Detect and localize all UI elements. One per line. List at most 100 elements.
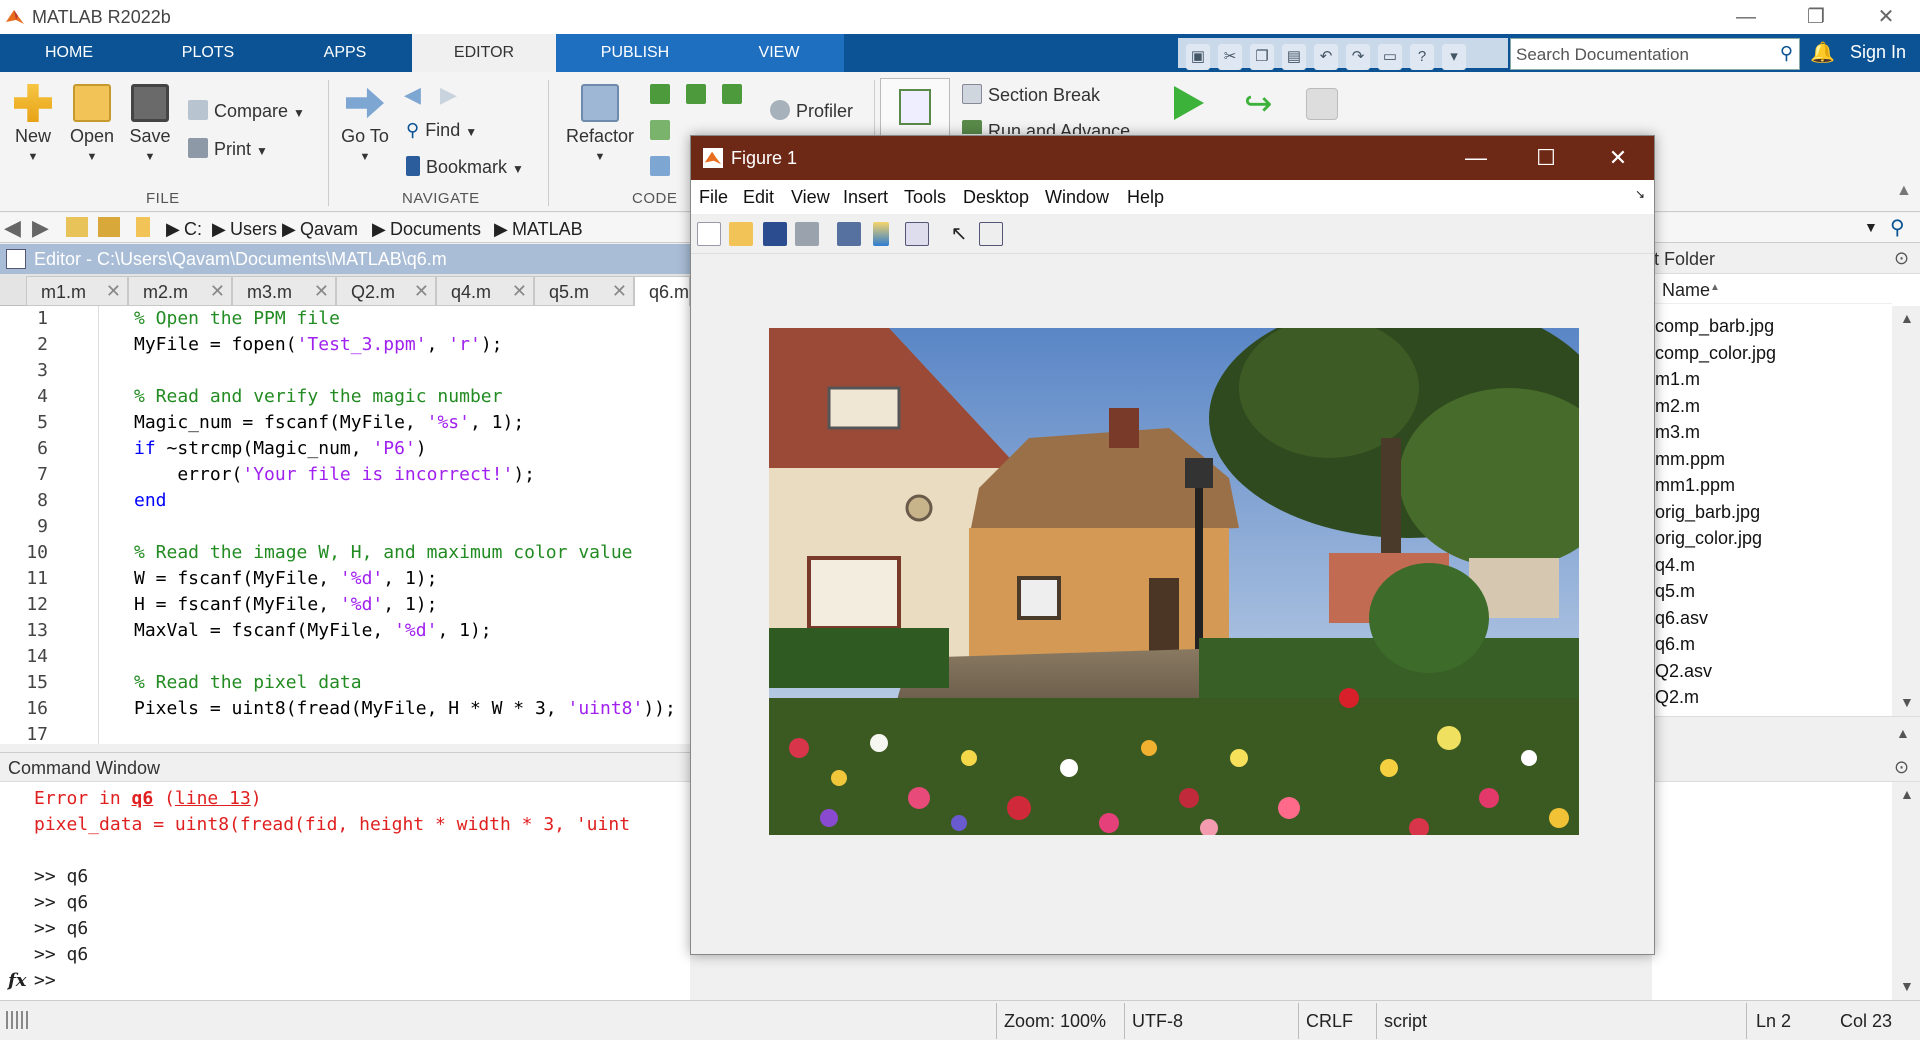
file-list-item[interactable]: q6.m: [1655, 634, 1695, 655]
scroll-down-icon[interactable]: ▼: [1900, 694, 1914, 710]
help-icon[interactable]: ?: [1410, 44, 1434, 70]
save-button[interactable]: Save ▼: [126, 84, 174, 163]
code-line[interactable]: % Open the PPM file: [134, 308, 340, 329]
menu-view[interactable]: View: [791, 187, 830, 208]
menu-help[interactable]: Help: [1127, 187, 1164, 208]
minimize-icon[interactable]: —: [1441, 136, 1511, 180]
up-folder-icon[interactable]: [66, 217, 88, 237]
section-break-button[interactable]: Section Break: [962, 84, 1100, 106]
code-line[interactable]: H = fscanf(MyFile, '%d', 1);: [134, 594, 437, 615]
collapse-ribbon-icon[interactable]: ▲: [1896, 182, 1912, 200]
run-section-button[interactable]: [880, 78, 950, 138]
indent-icon[interactable]: [650, 120, 670, 140]
open-button[interactable]: Open ▼: [66, 84, 118, 163]
print-figure-icon[interactable]: [795, 222, 819, 246]
code-line[interactable]: MaxVal = fscanf(MyFile, '%d', 1);: [134, 620, 492, 641]
forward-icon[interactable]: ▶: [32, 215, 49, 241]
undo-icon[interactable]: ↶: [1314, 44, 1338, 70]
tab-publish[interactable]: PUBLISH: [556, 34, 714, 72]
run-and-advance-button[interactable]: Run and Advance: [962, 120, 1130, 134]
cut-icon[interactable]: ✂: [1218, 44, 1242, 70]
restore-icon[interactable]: ❐: [1786, 0, 1846, 34]
sign-in-link[interactable]: Sign In: [1850, 42, 1906, 63]
breadcrumb-users[interactable]: Users: [230, 219, 277, 240]
file-list-item[interactable]: m2.m: [1655, 396, 1700, 417]
tab-q2[interactable]: Q2.m ✕: [336, 276, 436, 306]
tab-home[interactable]: HOME: [0, 34, 138, 72]
command-prompt[interactable]: >>: [34, 970, 56, 991]
close-tab-icon[interactable]: ✕: [314, 281, 329, 302]
code-line[interactable]: MyFile = fopen('Test_3.ppm', 'r');: [134, 334, 503, 355]
breadcrumb-c[interactable]: C:: [184, 219, 202, 240]
expand-details-icon[interactable]: ▲: [1896, 725, 1910, 741]
scroll-up-icon[interactable]: ▲: [1900, 786, 1914, 802]
file-list-scrollbar[interactable]: ▲ ▼: [1892, 306, 1920, 716]
code-line[interactable]: if ~strcmp(Magic_num, 'P6'): [134, 438, 427, 459]
switch-windows-icon[interactable]: ▭: [1378, 44, 1402, 70]
menu-insert[interactable]: Insert: [843, 187, 888, 208]
close-tab-icon[interactable]: ✕: [512, 281, 527, 302]
maximize-icon[interactable]: ☐: [1511, 136, 1581, 180]
name-column-header[interactable]: Name ▲: [1652, 274, 1892, 304]
tab-q4[interactable]: q4.m ✕: [436, 276, 534, 306]
breadcrumb-documents[interactable]: Documents: [390, 219, 481, 240]
compare-button[interactable]: Compare ▼: [188, 100, 305, 122]
close-tab-icon[interactable]: ✕: [414, 281, 429, 302]
code-line[interactable]: % Read and verify the magic number: [134, 386, 502, 407]
file-list-item[interactable]: orig_color.jpg: [1655, 528, 1762, 549]
new-button[interactable]: New ▼: [8, 84, 58, 163]
file-list-item[interactable]: m3.m: [1655, 422, 1700, 443]
colorbar-icon[interactable]: [873, 222, 889, 246]
customize-icon[interactable]: ▾: [1442, 44, 1466, 70]
search-icon[interactable]: ⚲: [1780, 43, 1793, 64]
close-icon[interactable]: ✕: [1583, 136, 1653, 180]
print-button[interactable]: Print ▼: [188, 138, 268, 160]
command-window-scrollbar[interactable]: ▲ ▼: [1892, 782, 1920, 1000]
close-tab-icon[interactable]: ✕: [210, 281, 225, 302]
open-file-icon[interactable]: [729, 222, 753, 246]
file-list-item[interactable]: Q2.m: [1655, 687, 1699, 708]
code-line[interactable]: W = fscanf(MyFile, '%d', 1);: [134, 568, 437, 589]
file-list-item[interactable]: q6.asv: [1655, 608, 1708, 629]
tab-plots[interactable]: PLOTS: [138, 34, 278, 72]
tab-m2[interactable]: m2.m ✕: [128, 276, 232, 306]
property-editor-icon[interactable]: [979, 222, 1003, 246]
link-plot-icon[interactable]: [837, 222, 861, 246]
dock-icon[interactable]: ↘: [1635, 187, 1645, 201]
file-list-item[interactable]: comp_color.jpg: [1655, 343, 1776, 364]
goto-button[interactable]: Go To ▼: [336, 84, 394, 163]
stop-icon[interactable]: [1306, 88, 1338, 120]
scroll-up-icon[interactable]: ▲: [1900, 310, 1914, 326]
tab-apps[interactable]: APPS: [278, 34, 412, 72]
close-tab-icon[interactable]: ✕: [612, 281, 627, 302]
file-list-item[interactable]: mm1.ppm: [1655, 475, 1735, 496]
file-list-item[interactable]: Q2.asv: [1655, 661, 1712, 682]
save-figure-icon[interactable]: [763, 222, 787, 246]
tab-editor[interactable]: EDITOR: [412, 34, 556, 72]
code-editor[interactable]: 1 2 3 4 5 6 7 8 9 10 11 12 13 14 15 16 1…: [0, 306, 690, 745]
tab-q6[interactable]: q6.m: [634, 276, 690, 306]
notification-bell-icon[interactable]: 🔔: [1810, 40, 1835, 65]
code-line[interactable]: error('Your file is incorrect!');: [134, 464, 535, 485]
code-line[interactable]: % Read the image W, H, and maximum color…: [134, 542, 633, 563]
file-list-item[interactable]: q5.m: [1655, 581, 1695, 602]
refactor-button[interactable]: Refactor ▼: [560, 84, 640, 163]
command-window[interactable]: Error in q6 (line 13) pixel_data = uint8…: [0, 782, 690, 1000]
file-list-item[interactable]: orig_barb.jpg: [1655, 502, 1760, 523]
uncomment-icon[interactable]: [686, 84, 706, 104]
code-line[interactable]: Pixels = uint8(fread(MyFile, H * W * 3, …: [134, 698, 676, 719]
search-folder-icon[interactable]: ⚲: [1890, 215, 1905, 240]
wrap-comments-icon[interactable]: [722, 84, 742, 104]
pointer-icon[interactable]: ↖: [947, 222, 971, 246]
smart-indent-icon[interactable]: [650, 156, 670, 176]
tab-q5[interactable]: q5.m ✕: [534, 276, 634, 306]
menu-edit[interactable]: Edit: [743, 187, 774, 208]
file-list-item[interactable]: q4.m: [1655, 555, 1695, 576]
figure-window[interactable]: Figure 1 — ☐ ✕ File Edit View Insert Too…: [690, 135, 1655, 955]
code-line[interactable]: % Read the pixel data: [134, 672, 362, 693]
scroll-down-icon[interactable]: ▼: [1900, 978, 1914, 994]
file-list-item[interactable]: m1.m: [1655, 369, 1700, 390]
close-icon[interactable]: ✕: [1856, 0, 1916, 34]
address-dropdown-icon[interactable]: ▼: [1864, 219, 1878, 235]
browse-folder-icon[interactable]: [98, 217, 120, 237]
